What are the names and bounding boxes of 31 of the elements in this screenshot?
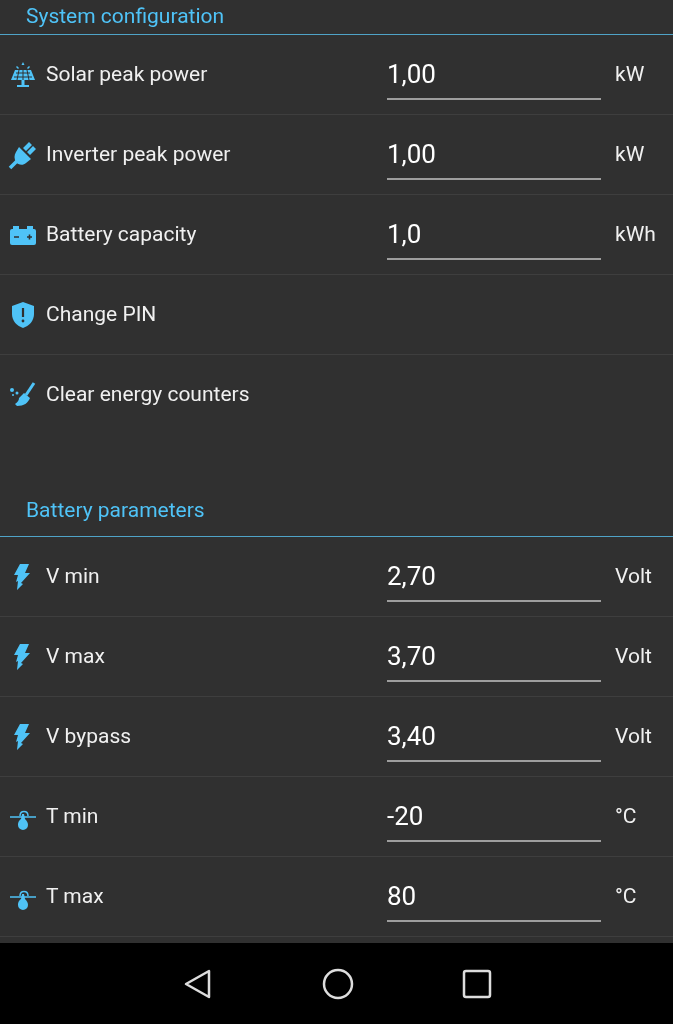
unit-label: Volt (615, 642, 653, 670)
unit-label: °C (615, 882, 638, 910)
value-field[interactable]: 1,00 (387, 49, 601, 100)
recents-icon[interactable] (461, 968, 492, 999)
setting-label: Solar peak power (46, 60, 209, 88)
setting-label: T max (46, 882, 105, 910)
value-field[interactable]: -20 (387, 791, 601, 842)
unit-label: °C (615, 802, 638, 830)
setting-label: V bypass (46, 722, 133, 750)
unit-label: kW (615, 60, 646, 88)
value-field[interactable]: 1,00 (387, 129, 601, 180)
value-field[interactable]: 80 (387, 871, 601, 922)
setting-label: V min (46, 562, 101, 590)
section-title: System configuration (26, 3, 225, 31)
setting-label: Battery capacity (46, 220, 198, 248)
setting-label: T min (46, 802, 100, 830)
section-title: Battery parameters (26, 496, 205, 524)
value-field[interactable]: 3,70 (387, 631, 601, 682)
unit-label: Volt (615, 722, 653, 750)
unit-label: kWh (615, 220, 657, 248)
setting-label: V max (46, 642, 106, 670)
unit-label: kW (615, 140, 646, 168)
unit-label: Volt (615, 562, 653, 590)
home-icon[interactable] (321, 967, 354, 1000)
value-field[interactable]: 2,70 (387, 551, 601, 602)
plug-icon (8, 139, 38, 170)
value-field[interactable]: 1,0 (387, 209, 601, 260)
setting-label: Clear energy counters (46, 381, 251, 409)
value-field[interactable]: 3,40 (387, 711, 601, 762)
setting-label: Change PIN (46, 300, 158, 328)
setting-label: Inverter peak power (46, 140, 232, 168)
